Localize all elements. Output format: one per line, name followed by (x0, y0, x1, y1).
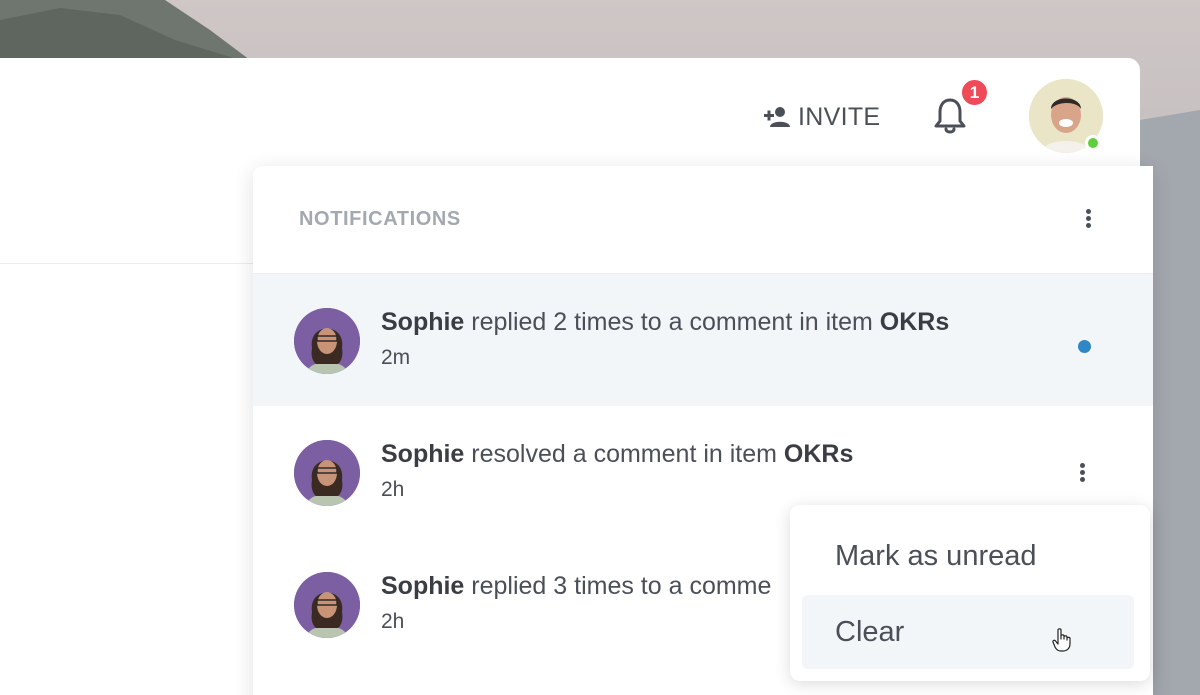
notification-context-menu: Mark as unread Clear (790, 505, 1150, 681)
notification-more-icon[interactable] (1071, 458, 1095, 488)
invite-label: INVITE (798, 102, 881, 131)
clear-menu-item[interactable]: Clear (802, 595, 1134, 669)
notification-time: 2h (381, 610, 405, 633)
notification-actor: Sophie (381, 572, 465, 600)
invite-button[interactable]: INVITE (764, 98, 880, 136)
add-person-icon (764, 107, 790, 127)
notification-action: resolved a comment in item (464, 440, 784, 468)
notification-actor: Sophie (381, 440, 465, 468)
notifications-title: NOTIFICATIONS (299, 208, 461, 230)
notification-item[interactable]: Sophie replied 2 times to a comment in i… (253, 274, 1153, 406)
notification-count-badge: 1 (960, 78, 989, 107)
notification-item-name[interactable]: OKRs (784, 440, 853, 468)
notifications-more-icon[interactable] (1077, 204, 1101, 234)
notification-action: replied 3 times to a comme (464, 572, 772, 600)
notification-time: 2m (381, 346, 411, 369)
notification-text: Sophie resolved a comment in item OKRs (381, 440, 853, 469)
hand-cursor-icon (1052, 628, 1071, 652)
online-status-indicator (1085, 135, 1101, 151)
unread-indicator[interactable] (1078, 340, 1091, 353)
sophie-avatar (294, 440, 360, 506)
notification-action: replied 2 times to a comment in item (464, 308, 880, 336)
notification-actor: Sophie (381, 308, 465, 336)
sophie-avatar (294, 572, 360, 638)
notification-text: Sophie replied 2 times to a comment in i… (381, 308, 949, 337)
notification-text: Sophie replied 3 times to a comme (381, 572, 771, 601)
mark-as-unread-menu-item[interactable]: Mark as unread (802, 519, 1134, 593)
notification-item-name[interactable]: OKRs (880, 308, 949, 336)
notification-time: 2h (381, 478, 405, 501)
sophie-avatar (294, 308, 360, 374)
